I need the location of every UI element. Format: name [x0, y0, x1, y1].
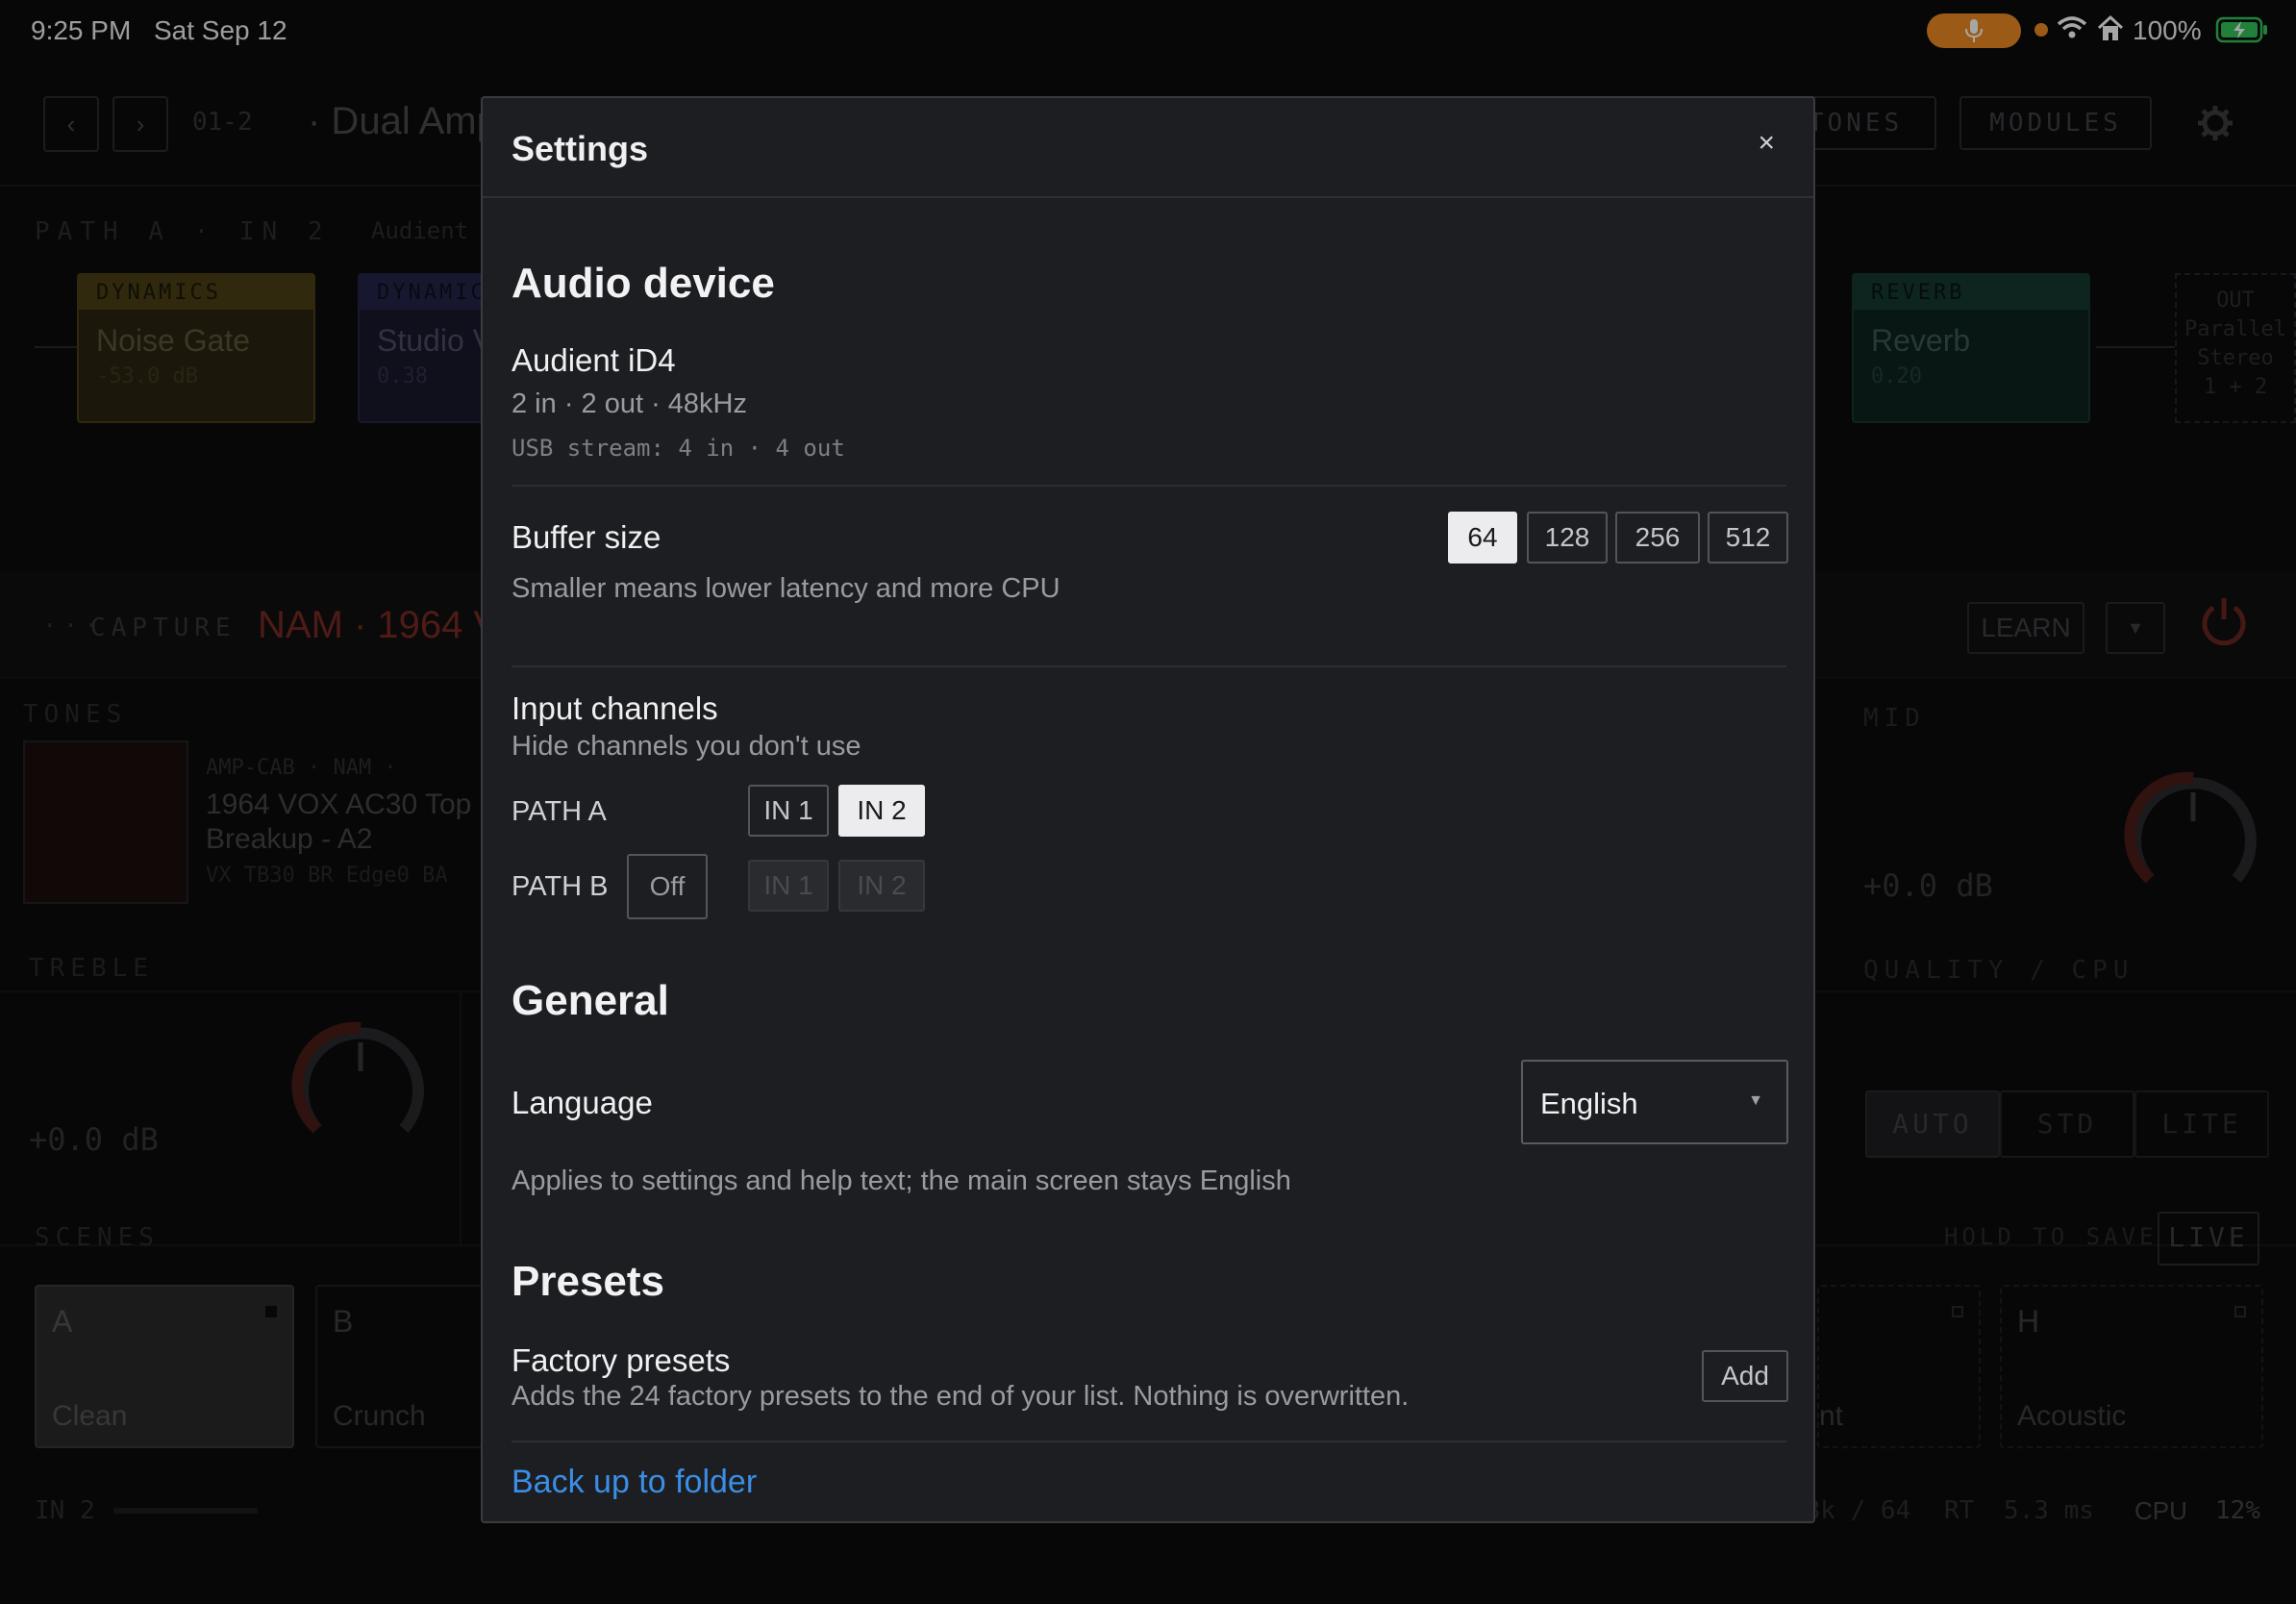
- chevron-down-icon: ▼: [1748, 1092, 1763, 1109]
- audio-device-heading: Audio device: [512, 260, 775, 307]
- path-a-in1-button[interactable]: IN 1: [748, 785, 829, 837]
- language-label: Language: [512, 1085, 653, 1120]
- back-up-to-folder-link[interactable]: Back up to folder: [512, 1464, 757, 1501]
- path-b-in1-button[interactable]: IN 1: [748, 860, 829, 912]
- buffer-size-title: Buffer size: [512, 519, 661, 555]
- path-a-in2-button[interactable]: IN 2: [838, 785, 925, 837]
- factory-presets-title: Factory presets: [512, 1342, 731, 1378]
- buffer-128-button[interactable]: 128: [1527, 512, 1608, 564]
- app-root: 9:25 PM Sat Sep 12 100% ‹ › 01-2 · Dual …: [0, 0, 2296, 1604]
- device-io: 2 in · 2 out · 48kHz: [512, 388, 747, 419]
- path-b-off-button[interactable]: Off: [627, 854, 708, 919]
- add-factory-presets-button[interactable]: Add: [1702, 1350, 1788, 1402]
- buffer-256-button[interactable]: 256: [1615, 512, 1700, 564]
- general-heading: General: [512, 977, 669, 1024]
- input-channels-desc: Hide channels you don't use: [512, 731, 861, 762]
- path-b-label: PATH B: [512, 871, 609, 902]
- buffer-size-desc: Smaller means lower latency and more CPU: [512, 573, 1061, 604]
- divider: [512, 665, 1786, 667]
- factory-presets-desc: Adds the 24 factory presets to the end o…: [512, 1381, 1410, 1412]
- divider: [512, 485, 1786, 487]
- buffer-512-button[interactable]: 512: [1708, 512, 1788, 564]
- language-select[interactable]: English ▼: [1521, 1060, 1788, 1144]
- path-a-label: PATH A: [512, 796, 607, 827]
- settings-modal: Settings × Audio device Audient iD4 2 in…: [481, 96, 1815, 1523]
- divider: [512, 1441, 1786, 1442]
- buffer-64-button[interactable]: 64: [1448, 512, 1517, 564]
- device-usb-stream: USB stream: 4 in · 4 out: [512, 435, 845, 462]
- input-channels-title: Input channels: [512, 690, 718, 726]
- modal-title: Settings: [512, 129, 649, 168]
- presets-heading: Presets: [512, 1258, 665, 1305]
- device-name: Audient iD4: [512, 342, 676, 378]
- path-b-in2-button[interactable]: IN 2: [838, 860, 925, 912]
- language-value: English: [1540, 1087, 1638, 1120]
- modal-header: Settings ×: [483, 98, 1813, 198]
- close-icon[interactable]: ×: [1758, 127, 1775, 160]
- language-desc: Applies to settings and help text; the m…: [512, 1165, 1291, 1196]
